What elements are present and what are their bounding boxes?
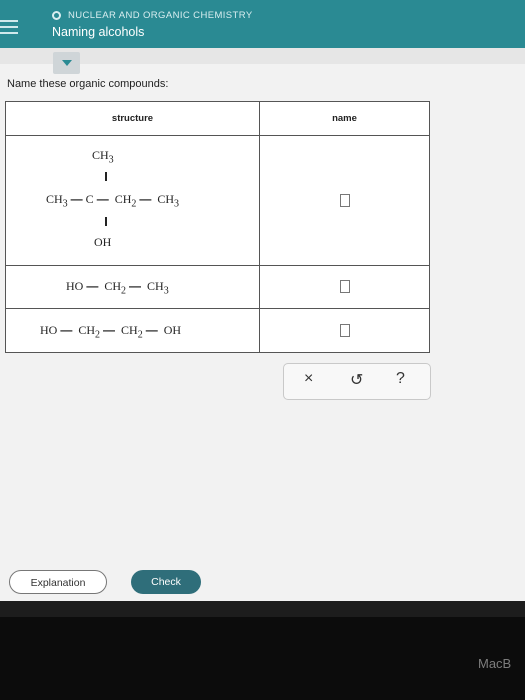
name-input-2[interactable]	[339, 280, 350, 294]
compound-ethylene-glycol: HO — CH2— CH2— OH	[40, 322, 182, 341]
chevron-down-icon[interactable]	[53, 52, 80, 74]
structure-cell: CH3 CH3— C — CH2— CH3 OH	[5, 135, 260, 266]
structure-cell: HO — CH2— CH3	[5, 265, 260, 309]
name-input-3[interactable]	[339, 323, 350, 337]
vertical-bond-top	[105, 172, 107, 181]
help-icon[interactable]: ?	[396, 370, 405, 388]
clear-icon[interactable]: ×	[304, 370, 313, 388]
table-row: HO — CH2— CH2— OH	[5, 308, 430, 353]
compound-ethanol: HO — CH2— CH3	[66, 279, 169, 297]
name-input-1[interactable]	[339, 193, 350, 207]
check-button[interactable]: Check	[131, 570, 201, 594]
hydroxyl-group: OH	[94, 235, 112, 249]
topic-label: NUCLEAR AND ORGANIC CHEMISTRY	[68, 10, 253, 21]
screen-edge	[0, 601, 525, 617]
explanation-button[interactable]: Explanation	[9, 570, 107, 594]
app-header: NUCLEAR AND ORGANIC CHEMISTRY Naming alc…	[0, 0, 525, 48]
menu-icon[interactable]	[0, 20, 18, 36]
page-title: Naming alcohols	[52, 25, 145, 39]
name-header: name	[259, 101, 430, 136]
compounds-table: structure name CH3 CH3— C — CH2— CH3 OH HO…	[5, 101, 430, 353]
question-prompt: Name these organic compounds:	[7, 78, 169, 90]
brand-label: MacB	[478, 656, 512, 671]
structure-header: structure	[5, 101, 260, 136]
structure-cell: HO — CH2— CH2— OH	[5, 308, 260, 353]
laptop-bezel	[0, 617, 525, 700]
topic-status-icon	[52, 11, 61, 20]
topic-row: NUCLEAR AND ORGANIC CHEMISTRY	[52, 10, 253, 21]
vertical-bond-bottom	[105, 217, 107, 226]
undo-icon[interactable]: ↺	[350, 370, 363, 390]
methyl-group-top: CH3	[92, 148, 114, 166]
answer-toolbar: × ↺ ?	[283, 363, 431, 400]
name-cell	[259, 135, 430, 266]
name-cell	[259, 308, 430, 353]
main-chain: CH3— C — CH2— CH3	[46, 192, 180, 210]
table-row: HO — CH2— CH3	[5, 265, 430, 309]
table-row: CH3 CH3— C — CH2— CH3 OH	[5, 135, 430, 266]
name-cell	[259, 265, 430, 309]
